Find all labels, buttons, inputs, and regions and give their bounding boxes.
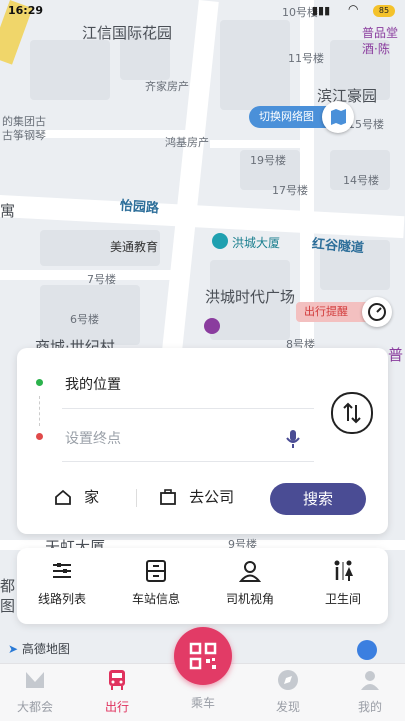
map-provider-logo: ➤ 高德地图	[8, 640, 70, 657]
route-list-icon	[53, 563, 71, 578]
company-shortcut[interactable]: 去公司	[158, 486, 234, 507]
home-label: 家	[84, 488, 100, 506]
map-label-jiangxin: 江信国际花园	[82, 24, 173, 42]
qr-ride-button[interactable]	[174, 627, 232, 685]
map-label-hcsd: 洪城时代广场	[205, 288, 296, 306]
qr-code-icon	[189, 642, 217, 670]
wifi-icon: ◠	[348, 2, 359, 16]
location-button-icon[interactable]	[357, 640, 377, 660]
signal-icon: ▮▮▮	[312, 4, 331, 17]
field-divider	[62, 461, 314, 462]
compass-discover-icon	[278, 670, 298, 690]
poi-pin-icon[interactable]	[204, 318, 220, 334]
compass-icon[interactable]	[362, 297, 392, 327]
map-label-puping: 普品堂	[362, 26, 399, 40]
map-label-b14: 14号楼	[343, 174, 379, 187]
shortcut-restroom[interactable]: 卫生间	[303, 558, 383, 607]
driver-view-icon	[238, 561, 262, 582]
map-label-b6: 6号楼	[70, 313, 99, 326]
shortcut-label: 卫生间	[324, 592, 361, 606]
map-label-side-yu: 寓	[0, 202, 16, 220]
shortcut-route-list[interactable]: 线路列表	[22, 558, 102, 607]
shortcut-label: 司机视角	[225, 592, 274, 606]
map-label-b11: 11号楼	[288, 52, 324, 65]
shortcut-station-info[interactable]: 车站信息	[116, 558, 196, 607]
restroom-icon	[334, 560, 353, 581]
map-label-b19: 19号楼	[250, 154, 286, 167]
nav-item-wode[interactable]: 我的	[335, 668, 405, 715]
shortcut-label: 车站信息	[131, 592, 180, 606]
map-label-side-pu: 普	[388, 346, 404, 364]
profile-icon	[361, 671, 379, 690]
map-label-qin: 古筝钢琴	[2, 129, 46, 142]
map-label-side-tu: 图	[0, 597, 16, 615]
nav-item-chuxing[interactable]: 出行	[82, 668, 152, 715]
route-planner-card: 我的位置 设置终点 家 去公司 搜索	[17, 348, 388, 534]
destination-field[interactable]: 设置终点	[65, 428, 121, 448]
shortcuts-panel: 线路列表 车站信息 司机视角 卫生间	[17, 548, 388, 624]
shortcut-driver-view[interactable]: 司机视角	[210, 558, 290, 607]
map-label-jiudian: 酒·陈	[362, 42, 390, 56]
nav-label: 我的	[357, 700, 382, 714]
station-info-icon	[146, 560, 166, 582]
swap-icon	[343, 402, 361, 424]
quick-divider	[136, 489, 137, 507]
company-label: 去公司	[189, 488, 235, 506]
status-bar: 16:29 ▮▮▮ ◠ 85	[0, 0, 405, 22]
map-label-side-du: 都	[0, 577, 16, 595]
nav-label: 乘车	[190, 696, 215, 710]
nav-label: 大都会	[16, 700, 53, 714]
swap-button[interactable]	[331, 392, 373, 434]
battery-icon: 85	[373, 5, 395, 17]
map-label-yiyuan-road: 怡园路	[119, 198, 160, 217]
route-connector	[39, 396, 41, 426]
status-time: 16:29	[8, 4, 44, 17]
origin-dot-icon	[36, 379, 43, 386]
destination-dot-icon	[36, 433, 43, 440]
nav-item-chengche[interactable]: 乘车	[168, 694, 238, 711]
map-label-qijia: 齐家房产	[145, 80, 189, 93]
briefcase-icon	[160, 488, 176, 505]
nav-label: 出行	[104, 700, 129, 714]
shortcut-label: 线路列表	[37, 592, 86, 606]
home-icon	[55, 489, 71, 505]
nav-item-dadouhui[interactable]: 大都会	[0, 668, 70, 715]
metro-logo-icon	[26, 672, 44, 688]
map-label-meitong: 美通教育	[110, 240, 159, 254]
nav-item-faxian[interactable]: 发现	[253, 668, 323, 715]
nav-label: 发现	[275, 700, 300, 714]
microphone-icon[interactable]	[285, 428, 301, 454]
map-provider-label: 高德地图	[21, 642, 70, 656]
search-button[interactable]: 搜索	[270, 483, 366, 515]
poi-pin-icon[interactable]	[212, 233, 228, 249]
map-label-hongcheng: 洪城大厦	[232, 236, 281, 250]
map-label-b7: 7号楼	[87, 273, 116, 286]
field-divider	[62, 408, 314, 409]
home-shortcut[interactable]: 家	[53, 486, 99, 507]
origin-field[interactable]: 我的位置	[65, 374, 121, 394]
map-switch-icon[interactable]	[322, 101, 354, 133]
map-label-honghai: 鸿基房产	[165, 136, 209, 149]
amap-icon: ➤	[8, 642, 19, 656]
bus-icon	[109, 670, 125, 690]
map-label-b17: 17号楼	[272, 184, 308, 197]
